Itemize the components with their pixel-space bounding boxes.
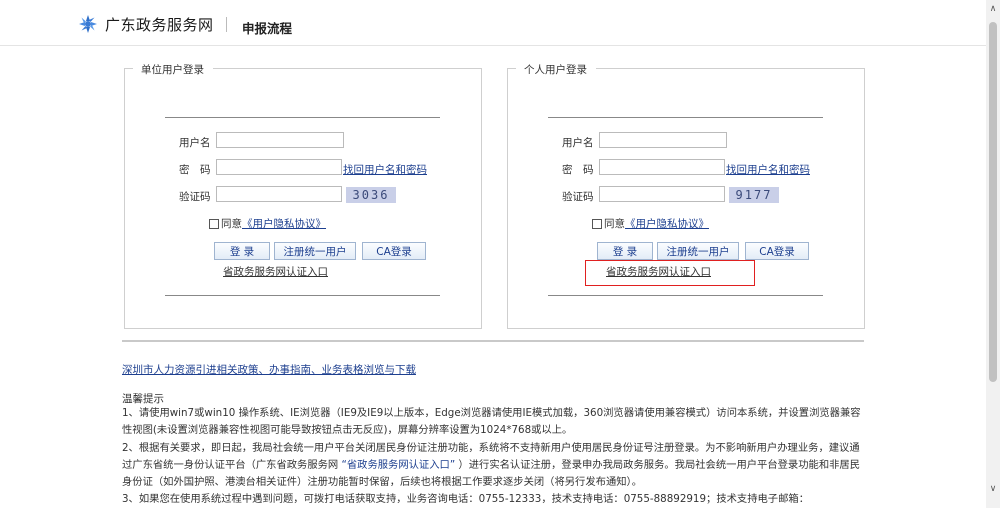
- agree-prefix: 同意: [221, 218, 242, 230]
- captcha-label: 验证码: [562, 191, 594, 203]
- tip-item-1: 1、请使用win7或win10 操作系统、IE浏览器（IE9及IE9以上版本，E…: [122, 407, 861, 437]
- captcha-label: 验证码: [179, 191, 211, 203]
- panel-border-top: [596, 68, 864, 69]
- password-label: 密 码: [562, 164, 594, 176]
- personal-username-input[interactable]: [599, 132, 727, 148]
- personal-forgot-link[interactable]: 找回用户名和密码: [726, 162, 810, 177]
- header-separator: [226, 17, 227, 32]
- personal-captcha-input[interactable]: [599, 186, 725, 202]
- scrollbar-thumb[interactable]: [989, 22, 997, 382]
- scroll-down-icon[interactable]: ∨: [986, 484, 1000, 494]
- personal-agree-text: 同意《用户隐私协议》: [604, 216, 709, 231]
- unit-captcha-input[interactable]: [216, 186, 342, 202]
- site-title[interactable]: 广东政务服务网: [105, 14, 214, 35]
- panel-border-top: [125, 68, 133, 69]
- unit-agree-text: 同意《用户隐私协议》: [221, 216, 326, 231]
- unit-captcha-image[interactable]: 3036: [346, 187, 396, 203]
- username-label: 用户名: [562, 137, 594, 149]
- tips-content: 1、请使用win7或win10 操作系统、IE浏览器（IE9及IE9以上版本，E…: [122, 405, 862, 509]
- page-title: 申报流程: [242, 21, 293, 36]
- unit-login-legend: 单位用户登录: [137, 62, 208, 77]
- unit-login-panel: 单位用户登录 用户名 密 码 找回用户名和密码 验证码 3036 同意《用户隐私…: [124, 62, 482, 329]
- unit-forgot-link[interactable]: 找回用户名和密码: [343, 162, 427, 177]
- personal-privacy-link[interactable]: 《用户隐私协议》: [625, 218, 709, 230]
- divider: [548, 295, 823, 296]
- personal-ca-login-button[interactable]: CA登录: [745, 242, 809, 260]
- unit-username-input[interactable]: [216, 132, 344, 148]
- unit-password-input[interactable]: [216, 159, 342, 175]
- unit-register-button[interactable]: 注册统一用户: [274, 242, 356, 260]
- guangdong-gov-logo-icon: [79, 15, 97, 33]
- section-divider: [122, 340, 864, 342]
- panel-border-top: [213, 68, 481, 69]
- unit-login-button[interactable]: 登 录: [214, 242, 270, 260]
- policy-download-link[interactable]: 深圳市人力资源引进相关政策、办事指南、业务表格浏览与下载: [122, 362, 416, 377]
- personal-agree-checkbox[interactable]: [592, 219, 602, 229]
- agree-prefix: 同意: [604, 218, 625, 230]
- personal-login-panel: 个人用户登录 用户名 密 码 找回用户名和密码 验证码 9177 同意《用户隐私…: [507, 62, 865, 329]
- divider: [548, 117, 823, 118]
- scroll-up-icon[interactable]: ∧: [986, 4, 1000, 14]
- personal-login-button[interactable]: 登 录: [597, 242, 653, 260]
- tips-title: 温馨提示: [122, 393, 164, 405]
- divider: [165, 117, 440, 118]
- panel-border-top: [508, 68, 516, 69]
- tip-item-2: 2、根据有关要求，即日起，我局社会统一用户平台关闭居民身份证注册功能，系统将不支…: [122, 440, 862, 492]
- personal-login-legend: 个人用户登录: [520, 62, 591, 77]
- unit-privacy-link[interactable]: 《用户隐私协议》: [242, 218, 326, 230]
- unit-agree-checkbox[interactable]: [209, 219, 219, 229]
- unit-gov-auth-link[interactable]: 省政务服务网认证入口: [223, 264, 328, 279]
- personal-captcha-image[interactable]: 9177: [729, 187, 779, 203]
- personal-register-button[interactable]: 注册统一用户: [657, 242, 739, 260]
- personal-password-input[interactable]: [599, 159, 725, 175]
- password-label: 密 码: [179, 164, 211, 176]
- username-label: 用户名: [179, 137, 211, 149]
- tip-item-3: 3、如果您在使用系统过程中遇到问题，可拨打电话获取支持，业务咨询电话：0755-…: [122, 493, 809, 506]
- tip-item-2-link[interactable]: “省政务服务网认证入口”: [342, 459, 456, 471]
- unit-ca-login-button[interactable]: CA登录: [362, 242, 426, 260]
- highlight-annotation: [585, 260, 755, 286]
- scrollbar[interactable]: ∧ ∨: [986, 0, 1000, 508]
- divider: [165, 295, 440, 296]
- page-header: 广东政务服务网 申报流程: [0, 0, 986, 46]
